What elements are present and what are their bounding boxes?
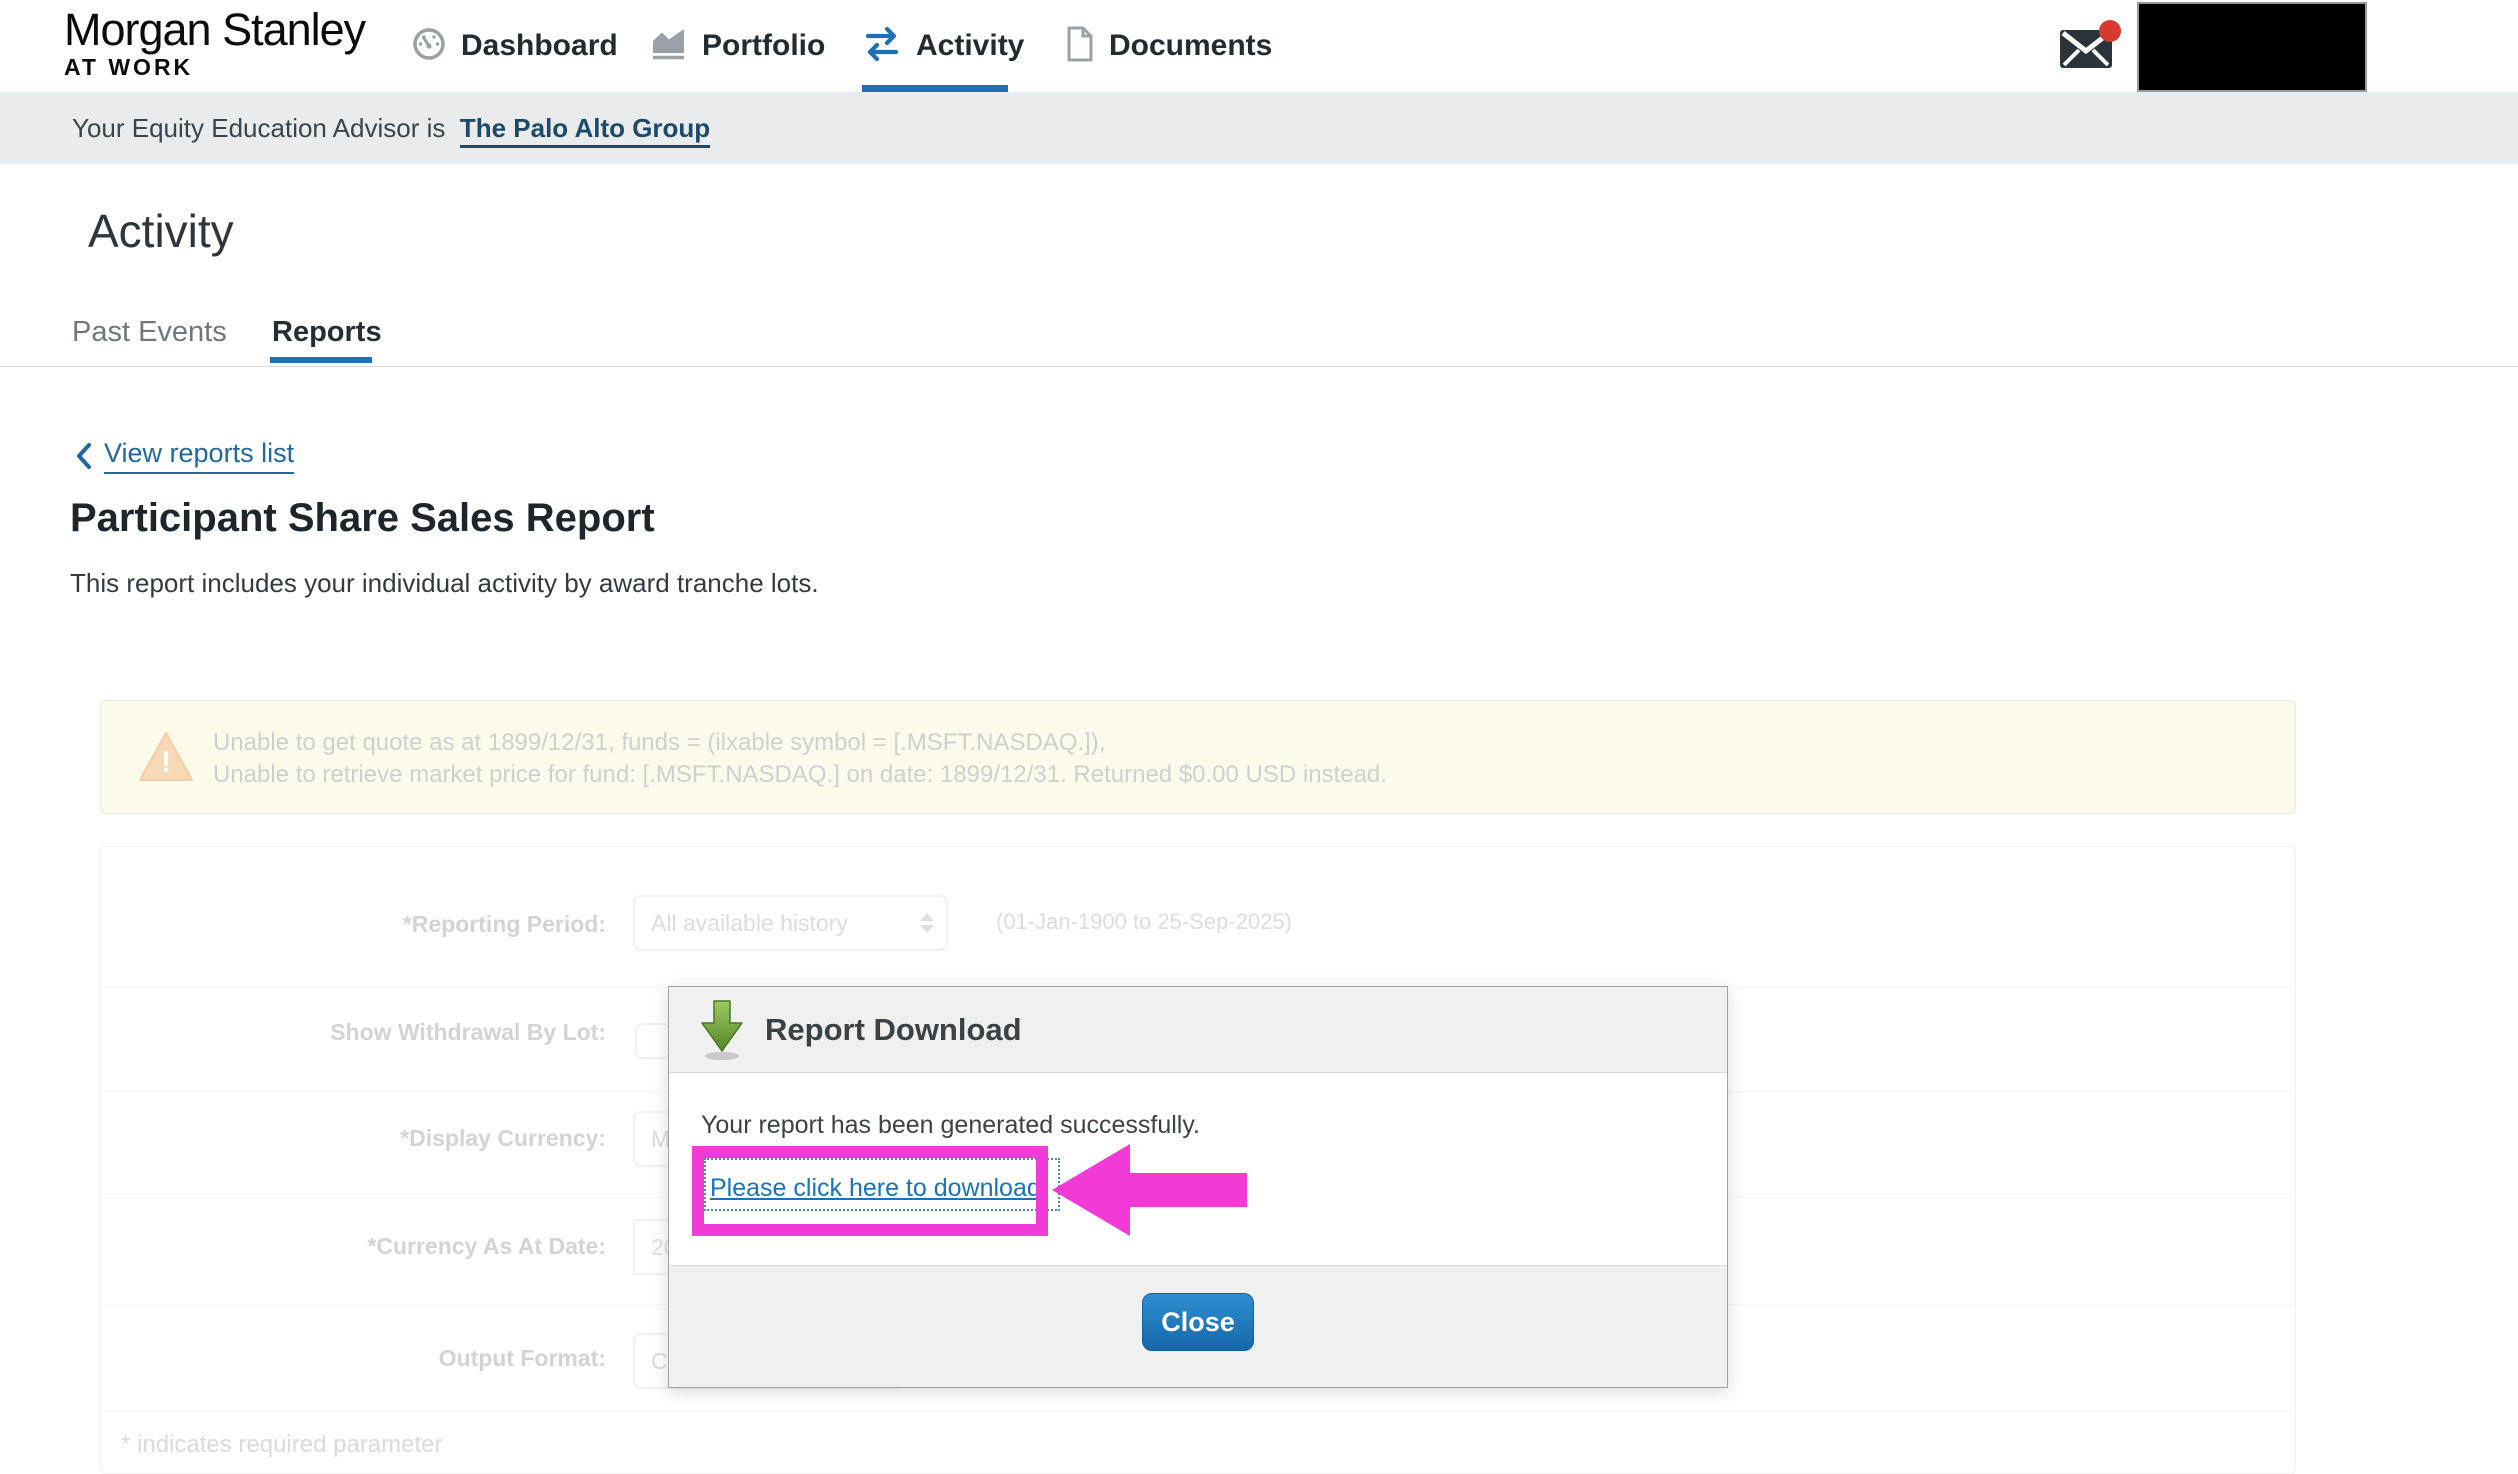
top-navbar: Morgan Stanley AT WORK Dashboard Portfol… (0, 0, 2518, 92)
reporting-period-value: All available history (651, 910, 848, 937)
currency-as-at-date-label: *Currency As At Date: (101, 1233, 606, 1260)
activity-arrows-icon (862, 26, 902, 67)
nav-item-portfolio[interactable]: Portfolio (650, 0, 825, 92)
reporting-period-select[interactable]: All available history (633, 895, 948, 951)
nav-label-activity: Activity (916, 29, 1024, 63)
warning-line-1: Unable to get quote as at 1899/12/31, fu… (213, 727, 1387, 759)
advisor-prefix: Your Equity Education Advisor is (72, 113, 445, 143)
annotation-highlight-box (692, 1146, 1048, 1236)
mail-icon[interactable] (2058, 18, 2124, 77)
page-title: Activity (88, 204, 234, 258)
brand-logo[interactable]: Morgan Stanley AT WORK (64, 6, 365, 80)
svg-text:!: ! (161, 746, 171, 779)
row-divider (101, 1411, 2295, 1412)
close-button[interactable]: Close (1142, 1293, 1254, 1351)
active-tab-underline (270, 357, 372, 363)
unread-badge (2099, 20, 2121, 42)
nav-item-documents[interactable]: Documents (1065, 0, 1272, 92)
nav-item-dashboard[interactable]: Dashboard (411, 0, 618, 92)
portfolio-chart-icon (650, 26, 688, 67)
warning-triangle-icon: ! (137, 729, 195, 790)
brand-name: Morgan Stanley (64, 6, 365, 54)
advisor-banner: Your Equity Education Advisor is The Pal… (0, 92, 2518, 164)
nav-item-activity[interactable]: Activity (862, 0, 1024, 92)
tab-past-events[interactable]: Past Events (72, 316, 227, 349)
documents-file-icon (1065, 26, 1095, 67)
modal-header: Report Download (669, 987, 1727, 1073)
modal-message: Your report has been generated successfu… (701, 1111, 1200, 1140)
warning-line-2: Unable to retrieve market price for fund… (213, 759, 1387, 791)
advisor-banner-text: Your Equity Education Advisor is The Pal… (72, 92, 710, 164)
nav-label-portfolio: Portfolio (702, 29, 825, 63)
show-withdrawal-checkbox[interactable] (635, 1023, 671, 1059)
nav-label-dashboard: Dashboard (461, 29, 618, 63)
show-withdrawal-label: Show Withdrawal By Lot: (101, 1019, 606, 1046)
required-parameter-footnote: * indicates required parameter (121, 1431, 443, 1459)
select-stepper-icon (920, 913, 934, 933)
advisor-link[interactable]: The Palo Alto Group (460, 113, 710, 148)
warning-message-box: ! Unable to get quote as at 1899/12/31, … (100, 700, 2296, 814)
back-link-label: View reports list (104, 438, 294, 474)
redacted-account-block[interactable] (2137, 2, 2367, 92)
download-arrow-icon (699, 999, 745, 1061)
display-currency-label: *Display Currency: (101, 1125, 606, 1152)
output-format-value: C (651, 1348, 668, 1375)
annotation-arrow-left-icon (1052, 1144, 1247, 1241)
tab-reports[interactable]: Reports (272, 316, 382, 349)
report-title: Participant Share Sales Report (70, 496, 655, 541)
tabs-divider (0, 366, 2518, 367)
view-reports-list-link[interactable]: View reports list (74, 438, 294, 474)
modal-footer: Close (669, 1265, 1727, 1387)
warning-text: Unable to get quote as at 1899/12/31, fu… (213, 727, 1387, 791)
report-subtitle: This report includes your individual act… (70, 568, 819, 599)
reporting-period-label: *Reporting Period: (101, 911, 606, 938)
modal-title: Report Download (765, 1012, 1022, 1048)
brand-tagline: AT WORK (64, 54, 365, 80)
dashboard-gauge-icon (411, 26, 447, 67)
chevron-left-icon (74, 442, 94, 470)
nav-label-documents: Documents (1109, 29, 1272, 63)
active-nav-underline (862, 85, 1008, 92)
reporting-period-range-note: (01-Jan-1900 to 25-Sep-2025) (996, 909, 1292, 935)
output-format-label: Output Format: (101, 1345, 606, 1372)
page: Morgan Stanley AT WORK Dashboard Portfol… (0, 0, 2518, 1474)
